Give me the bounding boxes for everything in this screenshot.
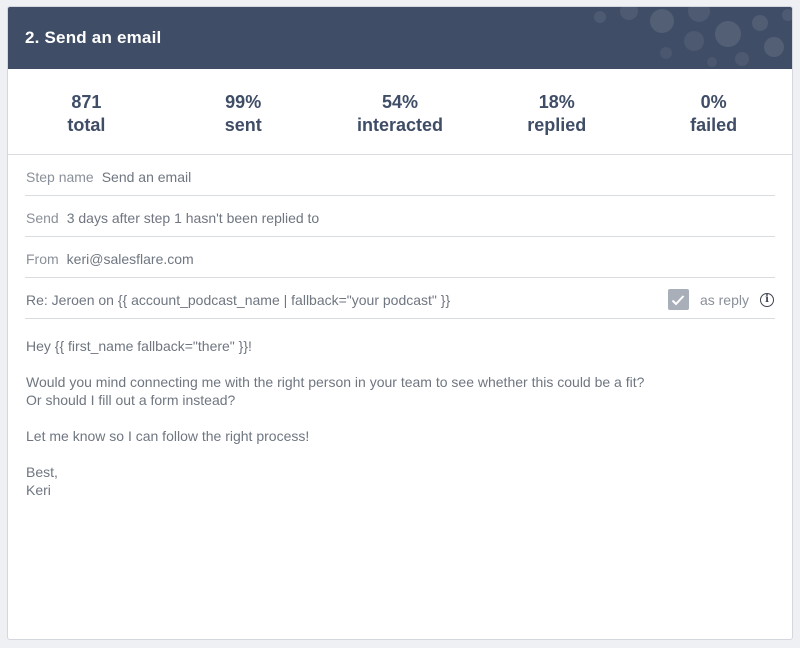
bubbles-decoration — [594, 7, 792, 67]
from-field[interactable]: From keri@salesflare.com — [25, 237, 775, 278]
stat-label: total — [67, 115, 106, 135]
body-line: Keri — [26, 482, 51, 498]
stat-label: failed — [690, 115, 738, 135]
stat-replied: 18% replied — [478, 69, 635, 154]
body-signature: Best, Keri — [26, 463, 775, 499]
stat-value: 18% — [538, 92, 575, 112]
subject-value[interactable]: Re: Jeroen on {{ account_podcast_name | … — [26, 292, 668, 308]
subject-field[interactable]: Re: Jeroen on {{ account_podcast_name | … — [25, 278, 775, 319]
step-name-label: Step name — [26, 168, 94, 185]
stat-value: 54% — [381, 92, 418, 112]
as-reply-label: as reply — [699, 291, 749, 308]
send-value[interactable]: 3 days after step 1 hasn't been replied … — [67, 210, 320, 226]
info-icon[interactable]: i — [760, 292, 774, 307]
email-body[interactable]: Hey {{ first_name fallback="there" }}! W… — [25, 319, 775, 499]
step-title: 2. Send an email — [25, 28, 162, 47]
stat-value: 99% — [225, 92, 262, 112]
checkmark-icon — [672, 294, 685, 305]
body-greeting: Hey {{ first_name fallback="there" }}! — [26, 338, 252, 354]
step-name-value[interactable]: Send an email — [102, 169, 192, 185]
from-label: From — [26, 250, 59, 267]
body-paragraph: Would you mind connecting me with the ri… — [26, 373, 775, 409]
as-reply-checkbox[interactable] — [667, 289, 689, 310]
stat-total: 871 total — [8, 69, 165, 154]
email-form: Step name Send an email Send 3 days afte… — [8, 155, 792, 499]
stat-sent: 99% sent — [165, 69, 322, 154]
stats-bar: 871 total 99% sent 54% interacted 18% re… — [8, 69, 792, 155]
from-value[interactable]: keri@salesflare.com — [67, 251, 194, 267]
step-name-field[interactable]: Step name Send an email — [25, 155, 775, 196]
stat-label: interacted — [356, 115, 443, 135]
stat-failed: 0% failed — [635, 69, 792, 154]
stat-value: 0% — [700, 92, 727, 112]
step-header: 2. Send an email — [8, 7, 792, 69]
body-line: Best, — [26, 464, 58, 480]
send-field[interactable]: Send 3 days after step 1 hasn't been rep… — [25, 196, 775, 237]
stat-label: replied — [527, 115, 587, 135]
body-line: Or should I fill out a form instead? — [26, 392, 236, 408]
body-line: Would you mind connecting me with the ri… — [26, 374, 645, 390]
send-label: Send — [26, 209, 59, 226]
stat-interacted: 54% interacted — [322, 69, 479, 154]
stat-value: 871 — [71, 92, 102, 112]
body-paragraph: Let me know so I can follow the right pr… — [26, 428, 310, 444]
stat-label: sent — [224, 115, 262, 135]
email-step-card: 2. Send an email 871 total 99% sent 54% — [7, 6, 793, 640]
